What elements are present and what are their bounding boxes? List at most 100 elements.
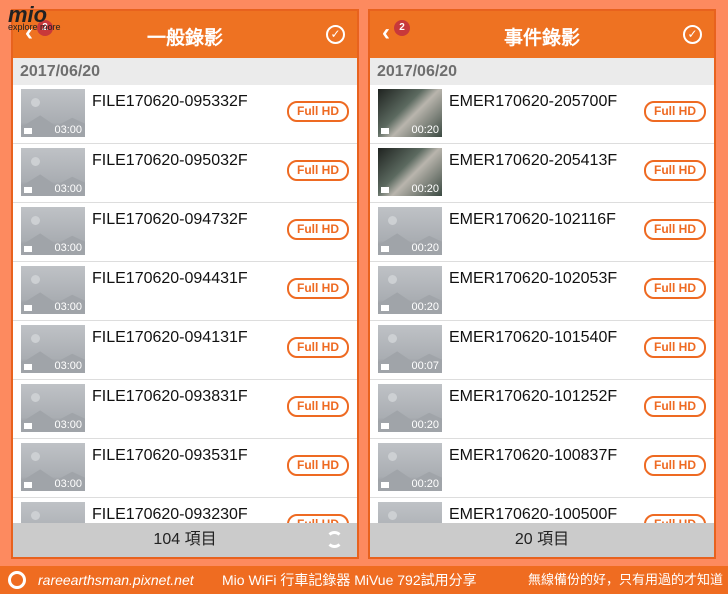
- video-camera-icon: [24, 482, 32, 488]
- image-placeholder-icon: [388, 511, 397, 520]
- select-check-icon[interactable]: ✓: [683, 25, 702, 44]
- file-name: FILE170620-094732F: [92, 211, 248, 228]
- video-thumbnail: [21, 502, 85, 525]
- file-name: FILE170620-095032F: [92, 152, 248, 169]
- full-hd-badge: Full HD: [287, 101, 349, 122]
- duration: 03:00: [54, 124, 82, 136]
- site-url: rareearthsman.pixnet.net: [38, 572, 194, 588]
- video-thumbnail: 03:00: [21, 325, 85, 373]
- duration: 03:00: [54, 301, 82, 313]
- file-row[interactable]: 00:20 EMER170620-205413F Full HD: [370, 144, 714, 203]
- video-thumbnail: 03:00: [21, 207, 85, 255]
- file-name: EMER170620-101540F: [449, 329, 618, 346]
- file-row[interactable]: 03:00 FILE170620-095332F Full HD: [13, 85, 357, 144]
- video-camera-icon: [24, 246, 32, 252]
- full-hd-badge: Full HD: [644, 278, 706, 299]
- banner-slogan: 無線備份的好，只有用過的才知道: [528, 572, 724, 587]
- video-camera-icon: [24, 128, 32, 134]
- video-thumbnail: 03:00: [21, 443, 85, 491]
- file-name: EMER170620-102053F: [449, 270, 618, 287]
- video-thumbnail: 00:07: [378, 325, 442, 373]
- duration: 03:00: [54, 360, 82, 372]
- header: ‹ 2 事件錄影 ✓: [370, 11, 714, 58]
- duration: 00:20: [411, 124, 439, 136]
- video-thumbnail: 03:00: [21, 266, 85, 314]
- file-name: EMER170620-102116F: [449, 211, 616, 228]
- page-title: 事件錄影: [503, 28, 580, 49]
- video-thumbnail: 00:20: [378, 89, 442, 137]
- refresh-icon[interactable]: [326, 531, 343, 548]
- full-hd-badge: Full HD: [644, 337, 706, 358]
- file-row[interactable]: FILE170620-093230F Full HD: [13, 498, 357, 525]
- video-thumbnail: 00:20: [378, 384, 442, 432]
- image-placeholder-icon: [388, 452, 397, 461]
- image-placeholder-icon: [31, 157, 40, 166]
- event-recording-panel: ‹ 2 事件錄影 ✓ 2017/06/20 00:20 EMER170620-2…: [368, 9, 716, 559]
- file-row[interactable]: 00:20 EMER170620-102116F Full HD: [370, 203, 714, 262]
- duration: 03:00: [54, 478, 82, 490]
- image-placeholder-icon: [388, 393, 397, 402]
- video-camera-icon: [24, 187, 32, 193]
- file-name: EMER170620-100500F: [449, 506, 618, 523]
- full-hd-badge: Full HD: [287, 160, 349, 181]
- file-row[interactable]: EMER170620-100500F Full HD: [370, 498, 714, 525]
- file-row[interactable]: 03:00 FILE170620-094131F Full HD: [13, 321, 357, 380]
- file-name: FILE170620-093531F: [92, 447, 248, 464]
- full-hd-badge: Full HD: [644, 160, 706, 181]
- video-camera-icon: [381, 305, 389, 311]
- image-placeholder-icon: [388, 275, 397, 284]
- full-hd-badge: Full HD: [287, 278, 349, 299]
- header: ‹ 2 一般錄影 ✓: [13, 11, 357, 58]
- duration: 03:00: [54, 419, 82, 431]
- duration: 00:07: [411, 360, 439, 372]
- file-row[interactable]: 00:20 EMER170620-100837F Full HD: [370, 439, 714, 498]
- file-name: EMER170620-101252F: [449, 388, 618, 405]
- footer-banner: rareearthsman.pixnet.net Mio WiFi 行車記錄器 …: [0, 566, 728, 594]
- video-thumbnail: 00:20: [378, 148, 442, 196]
- page-title: 一般錄影: [146, 28, 223, 49]
- image-placeholder-icon: [31, 452, 40, 461]
- video-camera-icon: [381, 423, 389, 429]
- banner-title: Mio WiFi 行車記錄器 MiVue 792試用分享: [222, 572, 477, 588]
- file-name: FILE170620-093230F: [92, 506, 248, 523]
- video-thumbnail: [378, 502, 442, 525]
- image-placeholder-icon: [388, 334, 397, 343]
- file-row[interactable]: 00:20 EMER170620-101252F Full HD: [370, 380, 714, 439]
- video-camera-icon: [381, 482, 389, 488]
- file-row[interactable]: 03:00 FILE170620-094431F Full HD: [13, 262, 357, 321]
- file-row[interactable]: 00:20 EMER170620-205700F Full HD: [370, 85, 714, 144]
- mio-logo: mio explore more: [8, 2, 61, 32]
- file-row[interactable]: 00:20 EMER170620-102053F Full HD: [370, 262, 714, 321]
- file-row[interactable]: 03:00 FILE170620-093831F Full HD: [13, 380, 357, 439]
- video-camera-icon: [381, 246, 389, 252]
- item-count-footer: 20 項目: [370, 523, 714, 557]
- full-hd-badge: Full HD: [287, 455, 349, 476]
- image-placeholder-icon: [31, 334, 40, 343]
- full-hd-badge: Full HD: [644, 219, 706, 240]
- file-row[interactable]: 03:00 FILE170620-094732F Full HD: [13, 203, 357, 262]
- duration: 00:20: [411, 478, 439, 490]
- file-row[interactable]: 03:00 FILE170620-093531F Full HD: [13, 439, 357, 498]
- file-row[interactable]: 03:00 FILE170620-095032F Full HD: [13, 144, 357, 203]
- image-placeholder-icon: [31, 216, 40, 225]
- full-hd-badge: Full HD: [287, 396, 349, 417]
- video-thumbnail: 03:00: [21, 148, 85, 196]
- image-placeholder-icon: [31, 393, 40, 402]
- file-name: FILE170620-094131F: [92, 329, 248, 346]
- file-name: EMER170620-205413F: [449, 152, 618, 169]
- video-camera-icon: [24, 305, 32, 311]
- video-thumbnail: 00:20: [378, 266, 442, 314]
- duration: 00:20: [411, 183, 439, 195]
- duration: 03:00: [54, 183, 82, 195]
- full-hd-badge: Full HD: [644, 101, 706, 122]
- video-camera-icon: [381, 364, 389, 370]
- select-check-icon[interactable]: ✓: [326, 25, 345, 44]
- file-name: EMER170620-205700F: [449, 93, 618, 110]
- item-count-footer: 104 項目: [13, 523, 357, 557]
- video-camera-icon: [24, 364, 32, 370]
- date-header: 2017/06/20: [13, 58, 357, 85]
- full-hd-badge: Full HD: [644, 396, 706, 417]
- file-row[interactable]: 00:07 EMER170620-101540F Full HD: [370, 321, 714, 380]
- site-logo-icon: [8, 571, 26, 589]
- normal-recording-panel: ‹ 2 一般錄影 ✓ 2017/06/20 03:00 FILE170620-0…: [11, 9, 359, 559]
